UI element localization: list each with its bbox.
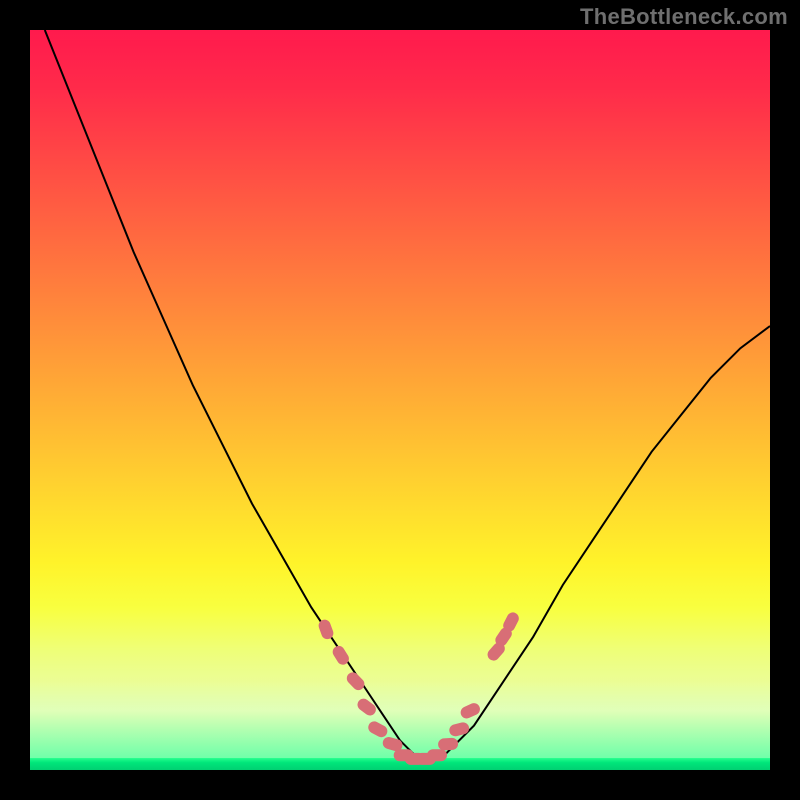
plot-area bbox=[30, 30, 770, 770]
optimal-band bbox=[30, 758, 770, 770]
watermark-text: TheBottleneck.com bbox=[580, 4, 788, 30]
chart-canvas: TheBottleneck.com bbox=[0, 0, 800, 800]
transition-band bbox=[30, 648, 770, 758]
